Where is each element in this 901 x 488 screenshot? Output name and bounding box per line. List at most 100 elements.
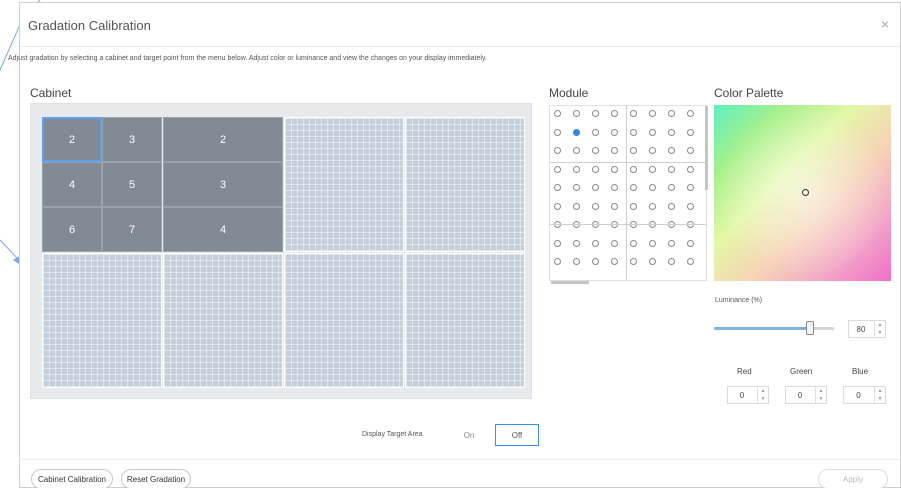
- module-point[interactable]: [592, 110, 599, 117]
- module-point[interactable]: [573, 239, 580, 247]
- palette-cursor[interactable]: [802, 189, 809, 196]
- module-point[interactable]: [573, 147, 580, 154]
- target-area-on-button[interactable]: On: [447, 424, 491, 446]
- module-point[interactable]: [668, 258, 675, 265]
- module-point[interactable]: [668, 165, 675, 173]
- cabinet-module[interactable]: 5: [102, 162, 162, 207]
- luminance-stepper[interactable]: 80 ▲ ▼: [848, 320, 886, 338]
- module-point[interactable]: [630, 147, 637, 154]
- target-area-off-button[interactable]: Off: [495, 424, 539, 446]
- luminance-slider-thumb[interactable]: [806, 321, 814, 335]
- module-point[interactable]: [687, 110, 694, 117]
- module-point[interactable]: [687, 202, 694, 210]
- cabinet-tile[interactable]: [405, 117, 525, 252]
- cabinet-calibration-button[interactable]: Cabinet Calibration: [31, 469, 113, 488]
- luminance-slider[interactable]: [714, 327, 834, 330]
- module-grid[interactable]: [549, 105, 707, 281]
- module-point[interactable]: [592, 184, 599, 191]
- module-point[interactable]: [687, 184, 694, 191]
- module-horizontal-scrollbar[interactable]: [551, 281, 589, 284]
- module-point[interactable]: [649, 165, 656, 173]
- module-point[interactable]: [573, 202, 580, 210]
- module-point[interactable]: [592, 258, 599, 265]
- module-point[interactable]: [649, 239, 656, 247]
- cabinet-module[interactable]: 4: [42, 162, 102, 207]
- module-point[interactable]: [649, 110, 656, 117]
- stepper-arrows-icon[interactable]: ▲ ▼: [874, 387, 885, 403]
- module-point[interactable]: [592, 165, 599, 173]
- cabinet-module[interactable]: 3: [163, 162, 283, 207]
- module-point[interactable]: [687, 239, 694, 247]
- cabinet-tile[interactable]: [284, 117, 404, 252]
- module-point[interactable]: [554, 165, 561, 173]
- cabinet-tile[interactable]: [163, 253, 283, 388]
- module-point[interactable]: [687, 165, 694, 173]
- module-point[interactable]: [630, 184, 637, 191]
- module-point[interactable]: [611, 165, 618, 173]
- module-point[interactable]: [611, 110, 618, 117]
- stepper-arrows-icon[interactable]: ▲ ▼: [815, 387, 826, 403]
- cabinet-module[interactable]: 4: [163, 207, 283, 252]
- module-point[interactable]: [554, 147, 561, 154]
- red-stepper[interactable]: 0 ▲ ▼: [727, 386, 769, 404]
- module-point[interactable]: [687, 128, 694, 136]
- module-point[interactable]: [649, 128, 656, 136]
- module-point[interactable]: [668, 202, 675, 210]
- module-point[interactable]: [668, 147, 675, 154]
- module-point[interactable]: [630, 239, 637, 247]
- module-point[interactable]: [630, 128, 637, 136]
- cabinet-tile[interactable]: [405, 253, 525, 388]
- cabinet-tile[interactable]: [284, 253, 404, 388]
- module-point[interactable]: [630, 258, 637, 265]
- module-point[interactable]: [573, 165, 580, 173]
- module-point[interactable]: [668, 184, 675, 191]
- cabinet-module[interactable]: 2: [163, 117, 283, 162]
- module-point[interactable]: [592, 202, 599, 210]
- module-point[interactable]: [649, 202, 656, 210]
- module-point[interactable]: [668, 128, 675, 136]
- module-point[interactable]: [554, 239, 561, 247]
- module-point[interactable]: [630, 165, 637, 173]
- cabinet-module[interactable]: 6: [42, 207, 102, 252]
- module-point[interactable]: [592, 128, 599, 136]
- module-point[interactable]: [630, 110, 637, 117]
- module-point[interactable]: [611, 128, 618, 136]
- cabinet-module[interactable]: 7: [102, 207, 162, 252]
- module-point[interactable]: [611, 239, 618, 247]
- stepper-arrows-icon[interactable]: ▲ ▼: [874, 321, 885, 337]
- module-point[interactable]: [611, 258, 618, 265]
- module-vertical-scrollbar[interactable]: [705, 106, 708, 190]
- module-point[interactable]: [649, 258, 656, 265]
- module-point[interactable]: [573, 184, 580, 191]
- module-point[interactable]: [687, 258, 694, 265]
- reset-gradation-button[interactable]: Reset Gradation: [121, 469, 191, 488]
- module-point[interactable]: [554, 202, 561, 210]
- module-point[interactable]: [687, 147, 694, 154]
- module-point[interactable]: [668, 239, 675, 247]
- module-point[interactable]: [630, 202, 637, 210]
- cabinet-module[interactable]: 3: [102, 117, 162, 162]
- module-point[interactable]: [554, 258, 561, 265]
- module-point[interactable]: [649, 147, 656, 154]
- module-point[interactable]: [649, 184, 656, 191]
- green-stepper[interactable]: 0 ▲ ▼: [785, 386, 827, 404]
- cabinet-tile[interactable]: [42, 253, 162, 388]
- module-point[interactable]: [611, 184, 618, 191]
- module-point[interactable]: [573, 258, 580, 265]
- module-point[interactable]: [668, 110, 675, 117]
- green-value: 0: [797, 391, 803, 400]
- module-point[interactable]: [554, 184, 561, 191]
- module-point[interactable]: [573, 110, 580, 117]
- apply-button[interactable]: Apply: [818, 469, 888, 488]
- module-point[interactable]: [573, 128, 580, 136]
- module-point[interactable]: [554, 128, 561, 136]
- module-point[interactable]: [554, 110, 561, 117]
- module-point[interactable]: [611, 202, 618, 210]
- stepper-arrows-icon[interactable]: ▲ ▼: [757, 387, 768, 403]
- module-point[interactable]: [611, 147, 618, 154]
- module-point[interactable]: [592, 147, 599, 154]
- module-point[interactable]: [592, 239, 599, 247]
- close-icon[interactable]: ×: [878, 17, 892, 31]
- blue-stepper[interactable]: 0 ▲ ▼: [843, 386, 886, 404]
- cabinet-module[interactable]: 2: [42, 117, 102, 162]
